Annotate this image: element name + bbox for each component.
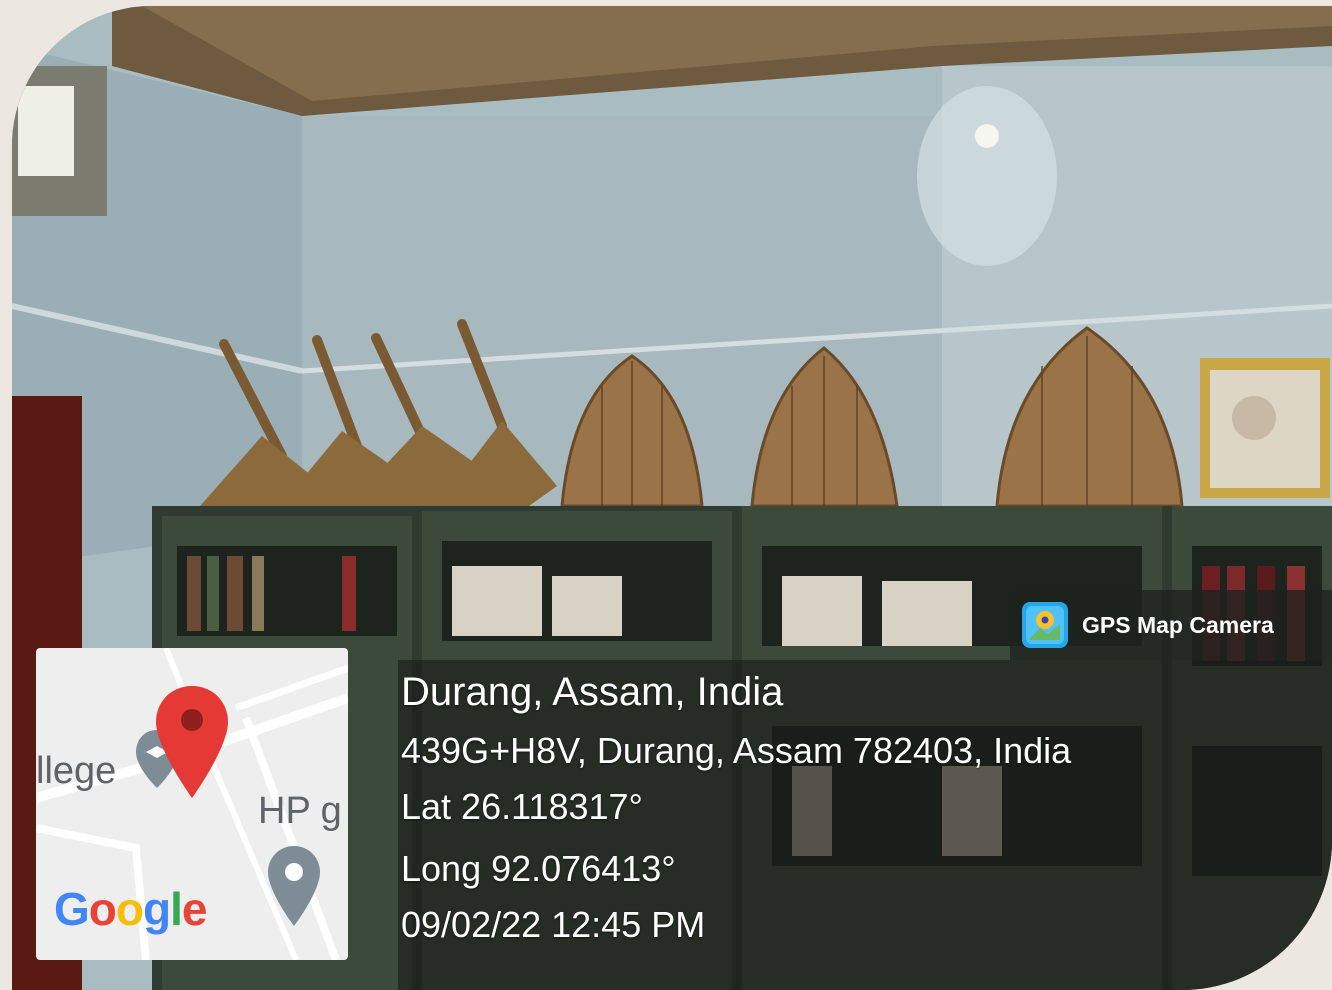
map-pin-icon xyxy=(156,686,228,798)
mini-map: llege HP g Google xyxy=(36,648,348,960)
timestamp: 09/02/22 12:45 PM xyxy=(401,904,706,945)
longitude: Long 92.076413° xyxy=(401,848,676,889)
gps-map-camera-logo-icon xyxy=(1022,602,1068,648)
address: 439G+H8V, Durang, Assam 782403, India xyxy=(401,730,1072,771)
latitude: Lat 26.118317° xyxy=(401,786,643,827)
gps-map-camera-badge: GPS Map Camera xyxy=(1010,590,1332,660)
map-label-college: llege xyxy=(36,750,117,792)
location-poi-icon xyxy=(268,846,320,926)
google-logo: Google xyxy=(54,883,207,935)
map-label-hp: HP g xyxy=(258,790,342,832)
place-name: Durang, Assam, India xyxy=(401,670,784,714)
gps-map-camera-title: GPS Map Camera xyxy=(1082,611,1274,638)
